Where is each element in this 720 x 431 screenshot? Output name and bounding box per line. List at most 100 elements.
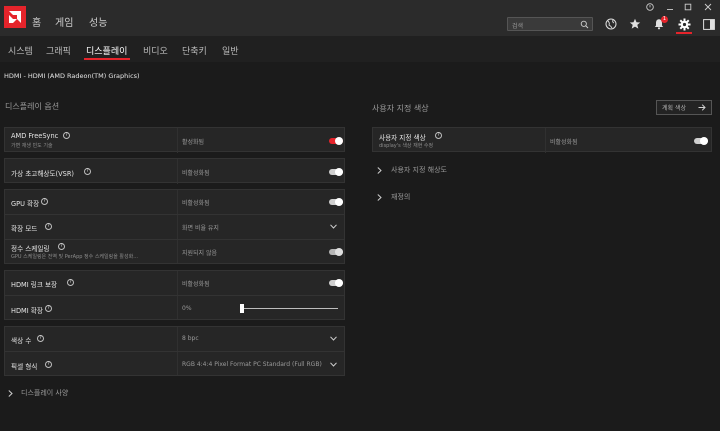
custom-color-label: 사용자 지정 색상	[379, 134, 426, 142]
close-icon[interactable]	[700, 1, 716, 13]
search-box[interactable]: 검색	[507, 17, 593, 31]
active-tab-indicator	[84, 58, 130, 60]
gpu-scaling-help-icon[interactable]: ?	[41, 198, 48, 205]
tab-graphics[interactable]: 그래픽	[46, 44, 71, 57]
color-depth-value[interactable]: 8 bpc	[182, 335, 199, 342]
chevron-down-icon[interactable]	[330, 336, 337, 341]
pixel-format-help-icon[interactable]: ?	[45, 361, 52, 368]
scaling-mode-help-icon[interactable]: ?	[45, 223, 52, 230]
freesync-row: AMD FreeSync ? 가변 재생 빈도 기술 활성화됨	[5, 128, 344, 153]
pixel-format-row[interactable]: 픽셀 형식 ? RGB 4:4:4 Pixel Format PC Standa…	[5, 352, 344, 377]
freesync-sublabel: 가변 재생 빈도 기술	[11, 143, 53, 149]
freesync-value: 활성화됨	[182, 139, 205, 146]
freesync-group: AMD FreeSync ? 가변 재생 빈도 기술 활성화됨	[4, 127, 345, 153]
star-icon[interactable]	[628, 17, 642, 31]
vsr-group: 가상 초고해상도(VSR) ? 비활성화됨	[4, 158, 345, 184]
hdmi-group: HDMI 링크 보장 ? 비활성화됨 HDMI 확장 ? 0%	[4, 270, 345, 320]
custom-color-help-icon[interactable]: ?	[435, 132, 442, 139]
color-depth-row[interactable]: 색상 수 ? 8 bpc	[5, 327, 344, 351]
gear-icon[interactable]	[677, 17, 691, 31]
hdmi-link-row: HDMI 링크 보장 ? 비활성화됨	[5, 271, 344, 295]
display-options-title: 디스플레이 옵션	[5, 102, 60, 111]
overrides-expander[interactable]: 재정의	[377, 192, 410, 202]
integer-scaling-value: 지원되지 않음	[182, 250, 218, 257]
sidebar-panel-icon[interactable]	[702, 17, 716, 31]
hdmi-scaling-value: 0%	[182, 305, 192, 312]
hdmi-link-toggle[interactable]	[329, 279, 343, 287]
integer-scaling-sublabel: GPU 스케일링은 전역 및 PerApp 정수 스케일링을 활성화...	[11, 254, 138, 260]
display-specs-label: 디스플레이 사양	[21, 389, 69, 397]
gpu-scaling-value: 비활성화됨	[182, 200, 210, 207]
tab-system[interactable]: 시스템	[8, 44, 33, 57]
nav-home[interactable]: 홈	[32, 14, 41, 29]
scaling-mode-row[interactable]: 확장 모드 ? 화면 비율 유지	[5, 215, 344, 239]
color-depth-help-icon[interactable]: ?	[37, 335, 44, 342]
divider	[177, 128, 178, 153]
divider	[545, 128, 546, 153]
custom-color-button[interactable]: 계획 색상	[656, 100, 712, 115]
gpu-scaling-label: GPU 확장	[11, 200, 40, 208]
device-title: HDMI - HDMI (AMD Radeon(TM) Graphics)	[4, 72, 140, 80]
search-icon[interactable]	[580, 20, 589, 29]
chevron-right-icon	[377, 166, 382, 174]
vsr-label: 가상 초고해상도(VSR)	[11, 170, 74, 178]
divider	[177, 159, 178, 184]
vsr-row: 가상 초고해상도(VSR) ? 비활성화됨	[5, 159, 344, 184]
gpu-scaling-group: GPU 확장 ? 비활성화됨 확장 모드 ? 화면 비율 유지 정수 스케일링 …	[4, 189, 345, 264]
arrow-right-icon	[698, 104, 706, 111]
hdmi-scaling-slider-track[interactable]	[240, 308, 338, 309]
nav-performance[interactable]: 성능	[89, 14, 107, 29]
tab-video[interactable]: 비디오	[143, 44, 168, 57]
freesync-help-icon[interactable]: ?	[63, 132, 70, 139]
maximize-icon[interactable]	[680, 1, 696, 13]
hdmi-scaling-help-icon[interactable]: ?	[45, 305, 52, 312]
nav-gaming[interactable]: 게임	[55, 14, 73, 29]
hdmi-scaling-slider-thumb[interactable]	[240, 304, 244, 313]
scaling-mode-value[interactable]: 화면 비율 유지	[182, 223, 219, 232]
chevron-right-icon	[377, 193, 382, 201]
hdmi-link-help-icon[interactable]: ?	[67, 279, 74, 286]
globe-icon[interactable]	[604, 17, 618, 31]
integer-scaling-toggle[interactable]	[329, 248, 343, 256]
custom-resolution-expander[interactable]: 사용자 지정 해상도	[377, 165, 447, 175]
pixel-format-value[interactable]: RGB 4:4:4 Pixel Format PC Standard (Full…	[182, 361, 322, 368]
custom-color-group: 사용자 지정 색상 ? display's 색상 재현 수정 비활성화됨	[372, 127, 712, 153]
scaling-mode-label: 확장 모드	[11, 225, 38, 233]
minimize-icon[interactable]	[662, 1, 678, 13]
custom-resolution-label: 사용자 지정 해상도	[391, 166, 447, 174]
freesync-toggle[interactable]	[329, 137, 343, 145]
vsr-value: 비활성화됨	[182, 170, 210, 177]
custom-color-toggle[interactable]	[694, 137, 708, 145]
tab-general[interactable]: 일반	[222, 44, 239, 57]
color-depth-label: 색상 수	[11, 337, 32, 345]
integer-scaling-help-icon[interactable]: ?	[58, 243, 65, 250]
active-indicator	[676, 32, 692, 34]
custom-color-title: 사용자 지정 색상	[372, 104, 429, 113]
overrides-label: 재정의	[391, 193, 411, 201]
tab-hotkeys[interactable]: 단축키	[182, 44, 207, 57]
chevron-down-icon[interactable]	[330, 224, 337, 229]
chevron-down-icon[interactable]	[330, 362, 337, 367]
custom-color-button-label: 계획 색상	[662, 105, 686, 112]
search-input[interactable]: 검색	[512, 21, 523, 30]
display-specs-expander[interactable]: 디스플레이 사양	[8, 388, 68, 398]
integer-scaling-row: 정수 스케일링 ? GPU 스케일링은 전역 및 PerApp 정수 스케일링을…	[5, 240, 344, 265]
integer-scaling-label: 정수 스케일링	[11, 245, 50, 253]
hdmi-link-label: HDMI 링크 보장	[11, 281, 58, 289]
color-group: 색상 수 ? 8 bpc 픽셀 형식 ? RGB 4:4:4 Pixel For…	[4, 326, 345, 376]
hdmi-scaling-label: HDMI 확장	[11, 307, 43, 315]
chevron-right-icon	[8, 389, 13, 397]
notification-badge: 1	[661, 16, 668, 23]
hdmi-scaling-row: HDMI 확장 ? 0%	[5, 296, 344, 321]
vsr-help-icon[interactable]: ?	[84, 168, 91, 175]
vsr-toggle[interactable]	[329, 168, 343, 176]
custom-color-sublabel: display's 색상 재현 수정	[379, 143, 434, 149]
gpu-scaling-toggle[interactable]	[329, 198, 343, 206]
freesync-label: AMD FreeSync	[11, 132, 59, 140]
help-icon[interactable]	[642, 1, 658, 13]
tab-display[interactable]: 디스플레이	[86, 44, 127, 57]
pixel-format-label: 픽셀 형식	[11, 363, 38, 371]
custom-color-row: 사용자 지정 색상 ? display's 색상 재현 수정 비활성화됨	[373, 128, 711, 153]
amd-logo-icon[interactable]	[4, 6, 26, 28]
custom-color-value: 비활성화됨	[550, 139, 578, 146]
